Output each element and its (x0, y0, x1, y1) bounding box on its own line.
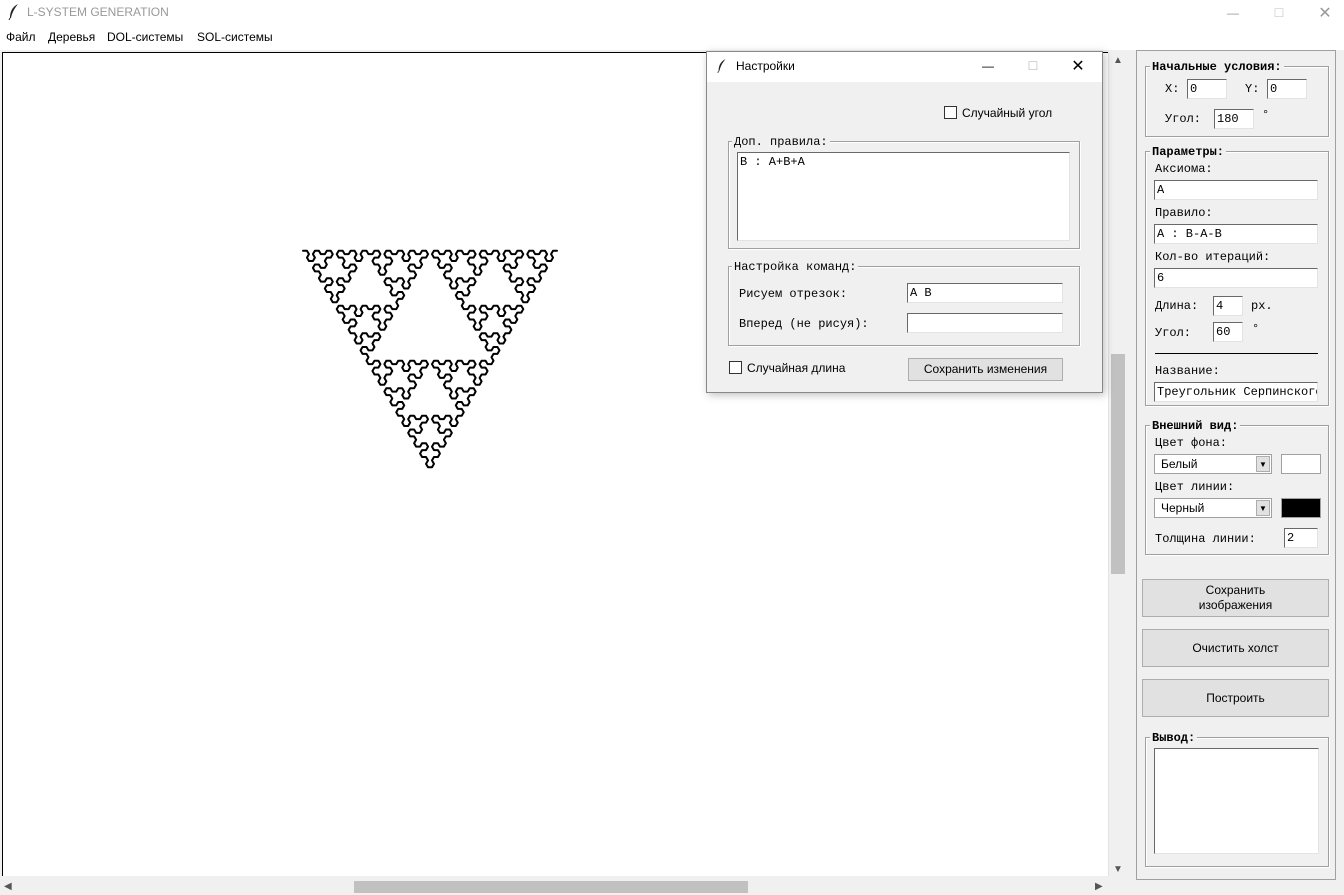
draw-segment-label: Рисуем отрезок: (739, 287, 848, 301)
maximize-icon: ☐ (1027, 59, 1039, 73)
axiom-label: Аксиома: (1155, 162, 1213, 176)
random-length-label: Случайная длина (747, 361, 846, 375)
chevron-down-icon[interactable]: ▼ (1256, 500, 1270, 516)
angle-unit: ° (1252, 322, 1260, 336)
build-button[interactable]: Построить (1142, 679, 1329, 717)
bg-color-select[interactable]: Белый ▼ (1154, 454, 1272, 474)
iterations-label: Кол-во итераций: (1155, 250, 1271, 264)
line-color-value: Черный (1161, 501, 1205, 515)
feather-icon (716, 58, 728, 77)
save-changes-button[interactable]: Сохранить изменения (908, 358, 1063, 381)
initial-conditions-title: Начальные условия: (1150, 60, 1284, 74)
appearance-title: Внешний вид: (1150, 419, 1241, 433)
y-input[interactable]: 0 (1267, 79, 1307, 99)
length-unit: px. (1251, 299, 1273, 313)
name-input[interactable]: Треугольник Серпинского (1154, 382, 1318, 402)
random-angle-checkbox[interactable] (944, 106, 957, 119)
scroll-down-icon[interactable]: ▼ (1113, 864, 1123, 875)
clear-canvas-button[interactable]: Очистить холст (1142, 629, 1329, 667)
save-image-button[interactable]: Сохранить изображения (1142, 579, 1329, 617)
line-color-select[interactable]: Черный ▼ (1154, 498, 1272, 518)
title-bar (0, 0, 1344, 26)
scroll-up-icon[interactable]: ▲ (1113, 55, 1123, 66)
bg-color-label: Цвет фона: (1155, 436, 1228, 450)
commands-title: Настройка команд: (732, 260, 859, 274)
line-width-label: Толщина линии: (1155, 532, 1256, 546)
x-label: X: (1165, 82, 1180, 96)
move-forward-input[interactable] (907, 313, 1063, 333)
length-label: Длина: (1155, 299, 1199, 313)
start-angle-input[interactable]: 180 (1214, 109, 1254, 129)
x-input[interactable]: 0 (1187, 79, 1227, 99)
separator (1155, 353, 1318, 354)
maximize-icon: ☐ (1273, 6, 1285, 20)
length-input[interactable]: 4 (1213, 296, 1243, 316)
chevron-down-icon[interactable]: ▼ (1256, 456, 1270, 472)
minimize-icon: — (982, 59, 994, 73)
move-forward-label: Вперед (не рисуя): (739, 317, 869, 331)
menu-dol-systems[interactable]: DOL-системы (107, 30, 183, 44)
name-label: Название: (1155, 364, 1220, 378)
rule-label: Правило: (1155, 206, 1213, 220)
line-color-label: Цвет линии: (1155, 480, 1235, 494)
start-angle-unit: ° (1262, 108, 1270, 122)
axiom-input[interactable]: A (1154, 180, 1318, 200)
start-angle-label: Угол: (1165, 112, 1202, 126)
random-length-checkbox[interactable] (729, 361, 742, 374)
parameters-title: Параметры: (1150, 145, 1227, 159)
close-icon: ✕ (1071, 58, 1085, 75)
angle-input[interactable]: 60 (1213, 322, 1243, 342)
scroll-right-icon[interactable]: ▶ (1095, 881, 1103, 892)
draw-segment-input[interactable]: A B (907, 283, 1063, 303)
output-text[interactable] (1154, 748, 1319, 854)
feather-icon (7, 3, 21, 24)
close-button[interactable]: ✕ (1302, 0, 1344, 26)
extra-rules-text[interactable]: B : A+B+A (737, 152, 1070, 241)
output-title: Вывод: (1150, 731, 1198, 745)
bg-color-swatch (1281, 454, 1321, 474)
random-angle-label: Случайный угол (962, 106, 1053, 120)
horizontal-scroll-thumb[interactable] (354, 881, 748, 893)
angle-label: Угол: (1155, 326, 1192, 340)
dialog-maximize-button[interactable]: ☐ (1011, 52, 1055, 80)
y-label: Y: (1245, 82, 1260, 96)
line-color-swatch (1281, 498, 1321, 518)
menu-sol-systems[interactable]: SOL-системы (197, 30, 273, 44)
dialog-title: Настройки (736, 59, 795, 73)
dialog-minimize-button[interactable]: — (966, 52, 1010, 80)
bg-color-value: Белый (1161, 457, 1198, 471)
extra-rules-title: Доп. правила: (732, 135, 830, 149)
commands-group (728, 266, 1080, 346)
window-title: L-SYSTEM GENERATION (27, 5, 169, 19)
minimize-icon: — (1227, 6, 1239, 20)
iterations-input[interactable]: 6 (1154, 268, 1318, 288)
close-icon: ✕ (1318, 5, 1332, 22)
vertical-scroll-thumb[interactable] (1111, 354, 1125, 574)
dialog-close-button[interactable]: ✕ (1056, 52, 1100, 80)
maximize-button[interactable]: ☐ (1256, 0, 1302, 26)
menu-file[interactable]: Файл (6, 30, 36, 44)
menu-trees[interactable]: Деревья (48, 30, 95, 44)
minimize-button[interactable]: — (1210, 0, 1256, 26)
scroll-left-icon[interactable]: ◀ (4, 881, 12, 892)
rule-input[interactable]: A : B-A-B (1154, 224, 1318, 244)
line-width-input[interactable]: 2 (1284, 528, 1318, 548)
